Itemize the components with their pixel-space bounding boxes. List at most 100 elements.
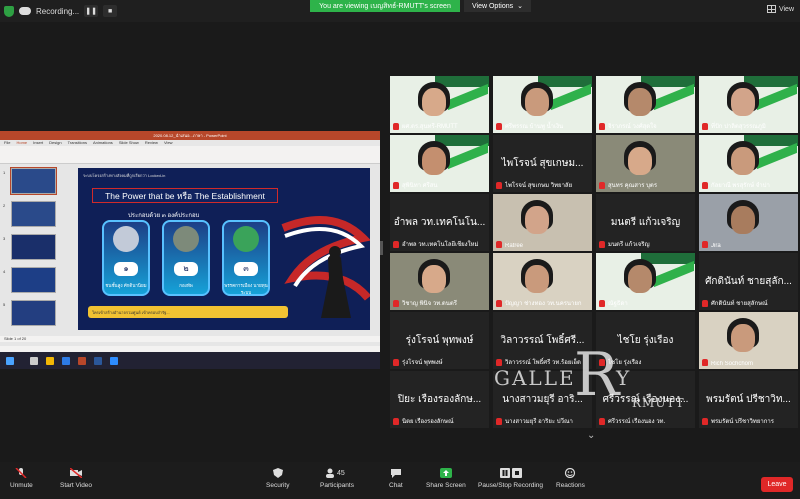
participant-name: พรมรัตน์ ปรีชาวิทยาการ [711,419,774,425]
participant-tile[interactable]: อำพล วท.เทคโนโน... อำพล วท.เทคโนโลยีเชียง… [390,194,489,251]
windows-start-icon[interactable] [6,357,14,365]
view-button[interactable]: View [766,5,794,13]
ribbon-tab[interactable]: Home [16,140,27,146]
pause-stop-recording-button[interactable]: Pause/Stop Recording [478,468,543,489]
participant-name: จิราภรณ์ วงศ์สุดใจ [608,124,657,130]
participant-tile[interactable]: ไพโรจน์ สุขเกษม... ไพโรจน์ สุขเกษม วิทยาล… [493,135,592,192]
participant-tile[interactable]: ศักดินันท์ ชายสุลัก... ศักดินันท์ ชายสุลั… [699,253,798,310]
unmute-button[interactable]: Unmute [10,468,33,489]
share-screen-icon [439,468,452,478]
participant-name: ศักดินันท์ ชายสุลักษณ์ [711,301,768,307]
participant-tile[interactable]: นางสาวมยุรี อาริ... นางสาวมยุรี อาริยะ ปว… [493,371,592,428]
reactions-button[interactable]: Reactions [556,468,585,489]
participant-tile[interactable]: จิราภรณ์ วงศ์สุดใจ [596,76,695,133]
powerpoint-icon[interactable] [78,357,86,365]
security-button[interactable]: Security [266,468,289,489]
ribbon-tab[interactable]: View [164,140,173,146]
top-bar: Recording... ❚❚ ■ You are viewing เบญสิท… [0,0,800,22]
chevron-down-icon[interactable]: ⌄ [587,430,595,441]
start-video-button[interactable]: Start Video [60,468,92,489]
leave-button[interactable]: Leave [761,477,793,492]
participant-tile[interactable]: กัลยาณี พรสุรักษ์ จำปา [699,135,798,192]
participant-tile[interactable]: ศรีวรรณ์ เรืองนอง... ศรีวรรณ์ เรืองนอง วท… [596,371,695,428]
participant-tile[interactable]: ปิยะ เรืองรองลักษ... นิตย เรืองรองลักษณ์ [390,371,489,428]
slide-thumbnail[interactable] [11,267,56,293]
participant-tile[interactable]: วิชาญ พินิจ วท.ดนตรี [390,253,489,310]
slide-heading: The Power that be หรือ The Establishment [92,188,278,203]
mic-muted-icon [702,182,708,189]
participant-tile[interactable]: Rich Sochchom [699,312,798,369]
slide-subheading: ประกอบด้วย ๓ องค์ประกอบ [128,213,200,219]
mic-muted-icon [496,182,502,189]
participant-tile[interactable]: ศรีพรรณ บ้านพู น้ำเงิน [493,76,592,133]
ribbon-tab[interactable]: Insert [33,140,43,146]
mic-muted-icon [393,359,399,366]
participant-name: ศรีวรรณ์ เรืองนอง วท. [608,419,666,425]
participant-tile[interactable]: วิลาวรรณ์ โพธิ์ศรี... วิลาวรรณ์ โพธิ์ศรี … [493,312,592,369]
thumb-number: 4 [3,269,6,274]
participant-tile[interactable]: ผศ.ดร.สุนทรี-RMUTT [390,76,489,133]
word-icon[interactable] [94,357,102,365]
box-label: กองทัพ [179,283,193,288]
mic-muted-icon [496,418,502,425]
folder-icon[interactable] [46,357,54,365]
ribbon-tab[interactable]: Transitions [68,140,87,146]
pause-recording-button[interactable]: ❚❚ [84,5,99,17]
slide-thumbnail[interactable] [10,167,57,195]
chat-icon [390,469,401,478]
browser-icon[interactable] [62,357,70,365]
ribbon-tab[interactable]: Review [145,140,158,146]
mic-muted-icon [702,418,708,425]
ribbon-tab[interactable]: File [4,140,10,146]
participant-display-name: ไพโรจน์ สุขเกษม... [501,158,584,169]
mic-muted-icon [702,359,708,366]
participant-face [422,147,446,175]
participant-name: Rich Sochchom [711,361,754,367]
reactions-icon [565,468,576,478]
infographic-bar [654,83,694,111]
element-box: ๓ พรรคการเมือง นายทุนระบบ [222,220,270,296]
participant-tile[interactable]: มนตรี แก้วเจริญ มนตรี แก้วเจริญ [596,194,695,251]
participant-face [731,324,755,352]
search-icon[interactable] [30,357,38,365]
participant-tile[interactable]: Ratree [493,194,592,251]
chat-button[interactable]: Chat [389,468,403,489]
slide-footer-banner: ใครเข้าสร้างอำนาจรวมศูนย์ เข้าครอบงำรัฐ.… [88,306,288,318]
ribbon-tab[interactable]: Slide Show [119,140,139,146]
stop-recording-button[interactable]: ■ [103,5,118,17]
participant-tile[interactable]: ที่ปัก ปาลิตสุวรรณภูมิ [699,76,798,133]
ribbon-tab[interactable]: Animations [93,140,113,146]
participant-face [731,147,755,175]
participants-button[interactable]: 45 Participants [320,468,354,489]
slide-thumbnail[interactable] [11,234,56,260]
zoom-icon[interactable] [110,357,118,365]
participant-tile[interactable]: พรมรัตน์ ปรีชาวิท... พรมรัตน์ ปรีชาวิทยาก… [699,371,798,428]
participant-face [731,88,755,116]
view-label: View [778,5,794,13]
mic-muted-icon [599,418,605,425]
slide-thumbnail[interactable] [11,201,56,227]
thumb-number: 5 [3,302,6,307]
current-slide: ระบบโครงสร้างทางสังคมที่ถูกเรียกว่า Lock… [78,168,370,330]
infographic-bar [551,83,591,111]
slide-intro-text: ระบบโครงสร้างทางสังคมที่ถูกเรียกว่า Lock… [83,173,166,178]
participant-tile[interactable]: สุพินิทา ศรีสน [390,135,489,192]
participant-tile[interactable]: รุ่งโรจน์ พุทพงษ์ รุ่งโรจน์ พุทพงษ์ [390,312,489,369]
share-screen-button[interactable]: Share Screen [426,468,466,489]
participant-tile[interactable]: ปัญญา ช่างทอง วท.นครนายก [493,253,592,310]
ribbon-tab[interactable]: Design [49,140,61,146]
mic-muted-icon [393,241,399,248]
split-drag-handle[interactable] [380,241,383,255]
participant-tile[interactable]: สุนทร คุณสาร บุตร [596,135,695,192]
shared-screen[interactable]: 2020.08.12_นำเสนอ...ภาษา - PowerPoint Fi… [0,131,380,369]
participant-tile[interactable]: ไชโย รุ่งเรือง ไชโย รุ่งเรือง [596,312,695,369]
box-number: ๒ [174,262,198,276]
participant-display-name: มนตรี แก้วเจริญ [610,217,681,228]
mic-muted-icon [393,182,399,189]
mic-muted-icon [496,359,502,366]
participant-tile[interactable]: Jira [699,194,798,251]
slide-thumbnail[interactable] [11,300,56,326]
mic-muted-icon [496,123,502,130]
participant-tile[interactable]: ณัฐธิดา [596,253,695,310]
view-options-dropdown[interactable]: View Options ⌄ [464,0,531,12]
